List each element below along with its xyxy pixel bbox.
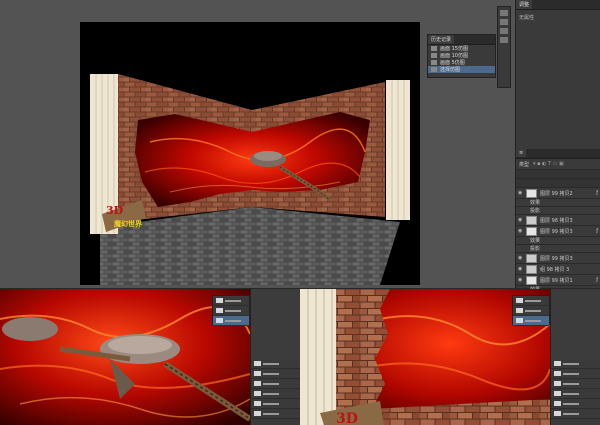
layer-thumbnail	[526, 264, 537, 274]
dock-icon[interactable]	[500, 19, 508, 25]
eye-icon[interactable]: ◉	[518, 255, 523, 261]
history-panel-header[interactable]: 历史记录	[428, 35, 495, 45]
layer-row[interactable]: ◉ 图层 98 拷贝3	[516, 215, 600, 226]
eye-icon[interactable]: ◉	[518, 266, 523, 272]
layer-name: 效果	[530, 238, 541, 244]
dock-icon[interactable]	[500, 10, 508, 16]
eye-icon[interactable]: ◉	[518, 277, 523, 283]
history-item[interactable]: 画面 15仿图	[428, 45, 495, 52]
history-tab[interactable]: 历史记录	[428, 35, 455, 44]
layer-filter-bar[interactable]: 类型 ▾ ▪ ◐ T ▭ ▣	[516, 159, 600, 170]
layer-filter-kind[interactable]: 类型	[519, 161, 529, 168]
logo-badge: 3D	[336, 411, 358, 425]
layer-lock-bar[interactable]	[516, 179, 600, 188]
layer-thumbnail	[526, 253, 537, 263]
properties-body	[516, 25, 600, 147]
layer-name: 组 98 拷贝 3	[540, 266, 570, 273]
eye-icon[interactable]: ◉	[518, 217, 523, 223]
layer-name: 图层 99 拷贝1	[540, 277, 573, 284]
layers-header[interactable]: ≡	[516, 149, 600, 159]
document-canvas[interactable]: 3D 魔幻世界	[80, 22, 420, 285]
detail-screenshot-left	[0, 289, 300, 425]
layer-effect-row[interactable]: 效果	[516, 237, 600, 245]
mini-layers-panel[interactable]	[550, 289, 600, 425]
history-panel[interactable]: 历史记录 画面 15仿图 画面 10仿图 画面 5仿图 选择仿图	[427, 34, 496, 78]
layer-effect-row[interactable]: 投影	[516, 207, 600, 215]
history-item[interactable]: 画面 10仿图	[428, 52, 495, 59]
layer-effect-row[interactable]: 效果	[516, 199, 600, 207]
layer-name: 效果	[530, 200, 541, 206]
layer-name: 投影	[530, 208, 541, 214]
layer-name: 投影	[530, 246, 541, 252]
snapshot-icon	[431, 60, 437, 65]
layer-name: 图层 98 拷贝3	[540, 217, 573, 224]
artwork-3d-room: 3D 魔幻世界	[90, 74, 410, 285]
fx-icon[interactable]: ƒ	[596, 228, 598, 234]
panel-dock-strip[interactable]	[497, 6, 511, 88]
detail-screenshot-right: 3D	[300, 289, 600, 425]
layer-thumbnail	[526, 215, 537, 225]
dock-icon[interactable]	[500, 37, 508, 43]
tab-adjustments[interactable]: 调整	[516, 0, 533, 9]
layer-row[interactable]: ◉ 图层 99 拷贝3	[516, 253, 600, 264]
snapshot-icon	[431, 67, 437, 72]
properties-header[interactable]: 调整	[516, 0, 600, 10]
snapshot-icon	[431, 53, 437, 58]
fx-icon[interactable]: ƒ	[596, 277, 598, 283]
dock-icon[interactable]	[500, 28, 508, 34]
layer-thumbnail	[526, 226, 537, 236]
mini-layers-panel[interactable]	[250, 289, 300, 425]
layer-blend-bar[interactable]	[516, 170, 600, 179]
properties-layers-panel: 调整 无属性 ≡ 类型 ▾ ▪ ◐ T ▭ ▣ ◉ 图层 99 拷贝2 ƒ 效果 投影 ◉…	[515, 0, 600, 313]
rock-left	[2, 317, 58, 341]
layer-row[interactable]: ◉ 图层 99 拷贝3 ƒ	[516, 226, 600, 237]
layer-thumbnail	[526, 188, 537, 198]
pillar-closeup	[300, 289, 336, 425]
history-item[interactable]: 画面 5仿图	[428, 59, 495, 66]
logo-tagline: 魔幻世界	[113, 219, 143, 228]
mini-history-panel[interactable]	[212, 295, 250, 326]
snapshot-icon	[431, 46, 437, 51]
eye-icon[interactable]: ◉	[518, 190, 523, 196]
canvas-workspace: 3D 魔幻世界 历史记录 画面 15仿图 画面 10仿图 画面 5仿图 选择仿图	[0, 0, 515, 288]
layer-row[interactable]: ◉ 图层 99 拷贝1 ƒ	[516, 275, 600, 286]
layer-row[interactable]: ◉ 组 98 拷贝 3	[516, 264, 600, 275]
logo-badge: 3D	[106, 204, 124, 217]
layer-thumbnail	[526, 275, 537, 285]
layer-name: 图层 99 拷贝3	[540, 255, 573, 262]
eye-icon[interactable]: ◉	[518, 228, 523, 234]
layer-name: 图层 99 拷贝2	[540, 190, 573, 197]
mini-history-panel[interactable]	[512, 295, 550, 326]
properties-empty-label: 无属性	[519, 15, 535, 21]
fx-icon[interactable]: ƒ	[596, 190, 598, 196]
history-item-selected[interactable]: 选择仿图	[428, 66, 495, 73]
layer-row[interactable]: ◉ 图层 99 拷贝2 ƒ	[516, 188, 600, 199]
tab-layers[interactable]: ≡	[516, 149, 527, 157]
layer-effect-row[interactable]: 投影	[516, 245, 600, 253]
layer-name: 图层 99 拷贝3	[540, 228, 573, 235]
